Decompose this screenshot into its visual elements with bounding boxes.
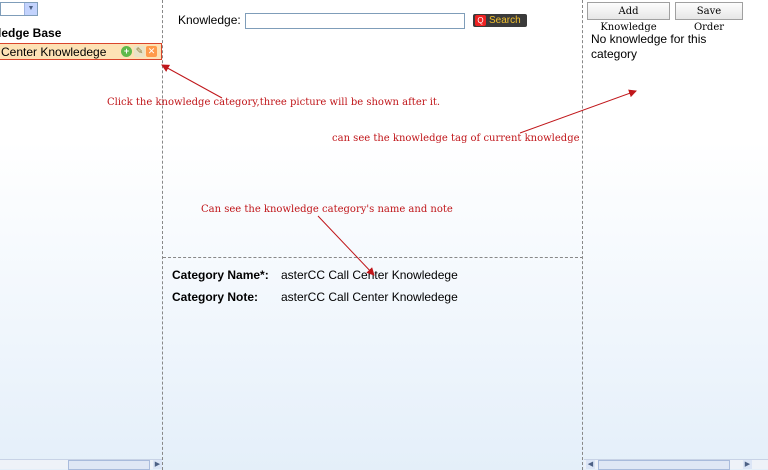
- category-name-label: Category Name*:: [172, 268, 269, 282]
- knowledge-list-pane: Add Knowledge Save Order No knowledge fo…: [584, 0, 768, 470]
- delete-icon[interactable]: ✕: [146, 46, 157, 57]
- category-name-value: asterCC Call Center Knowledege: [281, 268, 458, 282]
- search-icon: Q: [475, 15, 486, 26]
- annotation-see-name-note: Can see the knowledge category's name an…: [201, 204, 453, 215]
- tree-node-label[interactable]: l Center Knowledege: [0, 45, 106, 59]
- scroll-right-arrow-icon[interactable]: ▶: [153, 460, 162, 469]
- left-horizontal-scrollbar[interactable]: ▶: [0, 459, 162, 470]
- section-divider: [163, 257, 583, 258]
- scroll-thumb[interactable]: [68, 460, 150, 470]
- category-note-value: asterCC Call Center Knowledege: [281, 290, 458, 304]
- annotation-see-tag: can see the knowledge tag of current kno…: [332, 133, 580, 144]
- knowledge-detail-pane: Knowledge: Q Search Category Name*: aste…: [163, 0, 583, 470]
- search-button[interactable]: Q Search: [473, 14, 527, 27]
- knowledge-search-label: Knowledge:: [178, 13, 241, 27]
- category-note-label: Category Note:: [172, 290, 259, 304]
- knowledge-base-title: ledge Base: [0, 26, 62, 40]
- add-knowledge-button[interactable]: Add Knowledge: [587, 2, 670, 33]
- knowledge-search-input[interactable]: [245, 13, 465, 29]
- edit-icon[interactable]: ✎: [134, 46, 145, 57]
- category-tree-pane: ▼ ledge Base l Center Knowledege + ✎ ✕ ▶: [0, 0, 163, 470]
- scroll-thumb[interactable]: [598, 460, 730, 470]
- annotation-click-category: Click the knowledge category,three pictu…: [107, 97, 441, 108]
- search-button-label: Search: [489, 15, 521, 26]
- tree-node-selected[interactable]: l Center Knowledege + ✎ ✕: [0, 43, 162, 60]
- scroll-right-arrow-icon[interactable]: ▶: [743, 460, 752, 469]
- add-icon[interactable]: +: [121, 46, 132, 57]
- scroll-left-arrow-icon[interactable]: ◀: [586, 460, 595, 469]
- empty-knowledge-message: No knowledge for this category: [591, 32, 707, 61]
- right-horizontal-scrollbar[interactable]: ◀ ▶: [584, 459, 768, 470]
- chevron-down-icon[interactable]: ▼: [24, 3, 37, 15]
- save-order-button[interactable]: Save Order: [675, 2, 743, 33]
- category-dropdown[interactable]: ▼: [0, 2, 38, 16]
